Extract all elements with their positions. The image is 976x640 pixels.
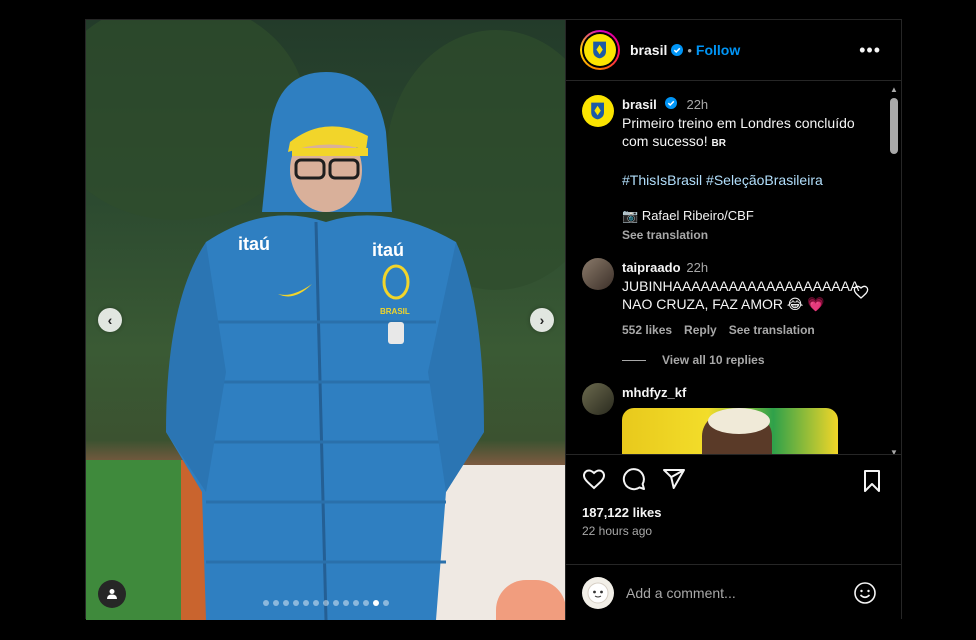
scroll-up-icon[interactable]: ▲ [889,85,899,94]
caption-avatar[interactable] [582,95,614,127]
more-options-icon[interactable]: ••• [859,40,881,61]
carousel-dot [312,600,319,606]
caption-text: Primeiro treino em Londres concluído com… [622,115,855,149]
bookmark-icon[interactable] [861,469,883,493]
verified-badge-icon [664,97,677,109]
separator-dot: • [687,42,692,58]
carousel-dot [292,600,299,606]
carousel-dot [272,600,279,606]
heart-icon[interactable] [582,467,606,491]
scroll-thumb[interactable] [890,98,898,154]
comment-time[interactable]: 22h [686,260,708,275]
post-header: brasil • Follow ••• [566,20,901,81]
replies-divider [622,359,646,361]
view-replies-label: View all 10 replies [662,353,765,367]
post-media[interactable]: itaú itaú BRASIL ‹ › [86,20,565,620]
post-username[interactable]: brasil [630,42,667,58]
svg-text:BRASIL: BRASIL [380,307,410,316]
carousel-dot [302,600,309,606]
post-modal: itaú itaú BRASIL ‹ › brasil • Follow •••… [85,19,902,620]
carousel-indicator [86,600,565,606]
see-translation-link[interactable]: See translation [622,226,855,244]
camera-icon: 📷 [622,208,639,223]
follow-button[interactable]: Follow [696,42,740,58]
user-tag-icon [107,589,117,599]
see-translation-link[interactable]: See translation [729,321,815,339]
commenter-avatar[interactable] [582,258,614,290]
brazil-flag-icon: BR [711,138,726,149]
comment-username[interactable]: taipraado [622,260,681,275]
carousel-dot [382,600,389,606]
emoji-icon[interactable] [853,581,877,605]
reply-button[interactable]: Reply [684,321,717,339]
carousel-next-button[interactable]: › [530,308,554,332]
comment-composer [566,564,901,620]
carousel-dot [322,600,329,606]
chevron-right-icon: › [539,312,545,328]
carousel-dot [362,600,369,606]
post-side-panel: brasil • Follow ••• ▲ ▼ brasil 22h Prime… [565,20,901,620]
post-actions: 187,122 likes 22 hours ago [566,454,901,564]
caption-time[interactable]: 22h [686,97,708,112]
comment-gif-image[interactable] [622,408,838,454]
caption: brasil 22h Primeiro treino em Londres co… [582,95,885,244]
comment-likes[interactable]: 552 likes [622,321,672,339]
svg-text:itaú: itaú [238,234,270,254]
carousel-dot [352,600,359,606]
comment-username[interactable]: mhdfyz_kf [622,385,686,400]
svg-text:itaú: itaú [372,240,404,260]
likes-count[interactable]: 187,122 likes [582,505,885,520]
commenter-avatar[interactable] [582,383,614,415]
carousel-prev-button[interactable]: ‹ [98,308,122,332]
profile-avatar[interactable] [580,30,620,70]
carousel-dot [342,600,349,606]
carousel-dot [372,600,379,606]
share-icon[interactable] [662,467,686,491]
player-photo: itaú itaú BRASIL [166,72,484,620]
post-timestamp[interactable]: 22 hours ago [582,524,885,538]
carousel-dot [332,600,339,606]
caption-username[interactable]: brasil [622,97,657,112]
comment-icon[interactable] [622,467,646,491]
comment: mhdfyz_kf [582,383,885,454]
carousel-dot [262,600,269,606]
like-comment-heart-icon[interactable] [853,284,869,300]
photo-credit: Rafael Ribeiro/CBF [641,208,754,223]
comments-list[interactable]: ▲ ▼ brasil 22h Primeiro treino em Londre… [566,81,901,454]
chevron-left-icon: ‹ [107,312,113,328]
hashtag-link[interactable]: #ThisIsBrasil [622,172,702,188]
hashtag-link[interactable]: #SeleçãoBrasileira [706,172,823,188]
current-user-avatar [582,576,614,609]
cbf-crest-logo [584,34,616,66]
comment: taipraado 22h JUBINHAAAAAAAAAAAAAAAAAAAA… [582,258,885,339]
comment-text: JUBINHAAAAAAAAAAAAAAAAAAAA NAO CRUZA, FA… [622,278,859,312]
add-comment-input[interactable] [626,584,826,601]
verified-badge-icon [671,44,684,56]
carousel-dot [282,600,289,606]
view-replies-button[interactable]: View all 10 replies [622,353,885,367]
